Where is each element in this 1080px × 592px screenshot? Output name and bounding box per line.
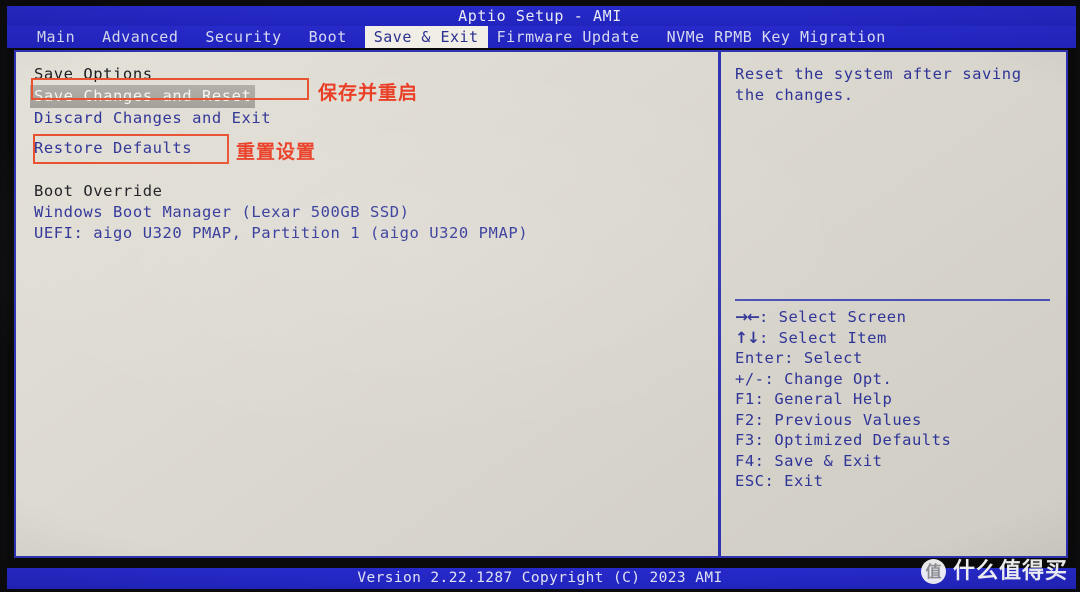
watermark-badge-icon: 值 <box>920 559 946 584</box>
tab-security[interactable]: Security <box>196 26 290 48</box>
key-legend-f4-desc: : Save & Exit <box>754 451 883 470</box>
key-legend-esc: ESC: Exit <box>735 471 1056 492</box>
annotation-label-save-changes: 保存并重启 <box>318 82 419 104</box>
tab-gap <box>84 26 93 48</box>
key-legend-f3-desc: : Optimized Defaults <box>754 431 952 449</box>
footer-version-text: Version 2.22.1287 Copyright (C) 2023 AMI <box>357 570 723 586</box>
key-legend-f2-key: F2 <box>735 410 755 429</box>
key-legend-f2-desc: : Previous Values <box>754 410 922 429</box>
tab-advanced[interactable]: Advanced <box>93 26 187 48</box>
row-spacer <box>34 129 706 138</box>
key-legend: →←: Select Screen ↑↓: Select Item Enter:… <box>735 307 1056 492</box>
key-legend-f4: F4: Save & Exit <box>735 451 1056 472</box>
key-legend-f3: F3: Optimized Defaults <box>735 430 1056 451</box>
bezel-right <box>1076 0 1080 592</box>
watermark: 值 什么值得买 <box>920 558 1068 584</box>
page-title: Aptio Setup - AMI <box>458 7 622 25</box>
tab-gap <box>649 26 658 48</box>
key-legend-enter-key: Enter <box>735 349 785 367</box>
key-legend-esc-key: ESC <box>735 472 765 490</box>
tab-nvme-rpmb-key-migration[interactable]: NVMe RPMB Key Migration <box>658 26 895 48</box>
discard-changes-and-exit-row[interactable]: Discard Changes and Exit <box>34 108 706 129</box>
key-legend-select-screen-desc: : Select Screen <box>758 308 907 326</box>
content-frame: Save Options Save Changes and Reset Disc… <box>14 50 1068 558</box>
key-legend-f2: F2: Previous Values <box>735 410 1056 431</box>
key-legend-enter: Enter: Select <box>735 348 1056 369</box>
key-legend-f1-desc: : General Help <box>754 390 893 408</box>
tab-gap <box>187 26 196 48</box>
tab-save-and-exit[interactable]: Save & Exit <box>364 26 488 48</box>
key-legend-f1: F1: General Help <box>735 389 1056 410</box>
save-changes-and-reset-label[interactable]: Save Changes and Reset <box>30 85 256 108</box>
help-separator <box>735 299 1050 301</box>
key-legend-select-item: ↑↓: Select Item <box>735 328 1056 349</box>
arrow-up-down-icon: ↑↓ <box>735 328 760 347</box>
tab-firmware-update[interactable]: Firmware Update <box>488 26 649 48</box>
key-legend-change-opt-desc: : Change Opt. <box>764 369 893 388</box>
main-menu-tabs: Main Advanced Security Boot Save & Exit … <box>0 26 1080 48</box>
boot-entry-uefi-aigo-u320[interactable]: UEFI: aigo U320 PMAP, Partition 1 (aigo … <box>34 223 706 244</box>
tab-gap <box>356 26 365 48</box>
boot-override-heading: Boot Override <box>34 182 163 200</box>
help-text-line-1: Reset the system after saving <box>735 65 1022 83</box>
bezel-top <box>0 0 1080 6</box>
bios-screen: Aptio Setup - AMI Main Advanced Security… <box>0 0 1080 592</box>
annotation-label-restore-defaults: 重置设置 <box>236 141 317 163</box>
right-help-pane: Reset the system after saving the change… <box>721 52 1066 556</box>
left-pane: Save Options Save Changes and Reset Disc… <box>16 52 716 556</box>
key-legend-enter-desc: : Select <box>784 349 863 367</box>
boot-entry-windows-boot-manager[interactable]: Windows Boot Manager (Lexar 500GB SSD) <box>34 202 706 223</box>
key-legend-f1-key: F1 <box>735 390 755 408</box>
key-legend-change-opt: +/-: Change Opt. <box>735 369 1056 390</box>
key-legend-esc-desc: : Exit <box>764 472 824 490</box>
key-legend-change-opt-key: +/- <box>735 369 765 388</box>
key-legend-f3-key: F3 <box>735 431 755 449</box>
arrow-left-right-icon: →← <box>735 308 760 326</box>
key-legend-f4-key: F4 <box>735 451 755 470</box>
help-text-line-2: the changes. <box>735 86 854 104</box>
bezel-left <box>0 0 7 592</box>
tab-boot[interactable]: Boot <box>300 26 356 48</box>
tab-main[interactable]: Main <box>28 26 84 48</box>
key-legend-select-screen: →←: Select Screen <box>735 307 1056 328</box>
restore-defaults-row[interactable]: Restore Defaults <box>34 138 706 159</box>
watermark-text: 什么值得买 <box>952 558 1068 584</box>
key-legend-select-item-desc: : Select Item <box>758 328 887 347</box>
tab-gap <box>291 26 300 48</box>
